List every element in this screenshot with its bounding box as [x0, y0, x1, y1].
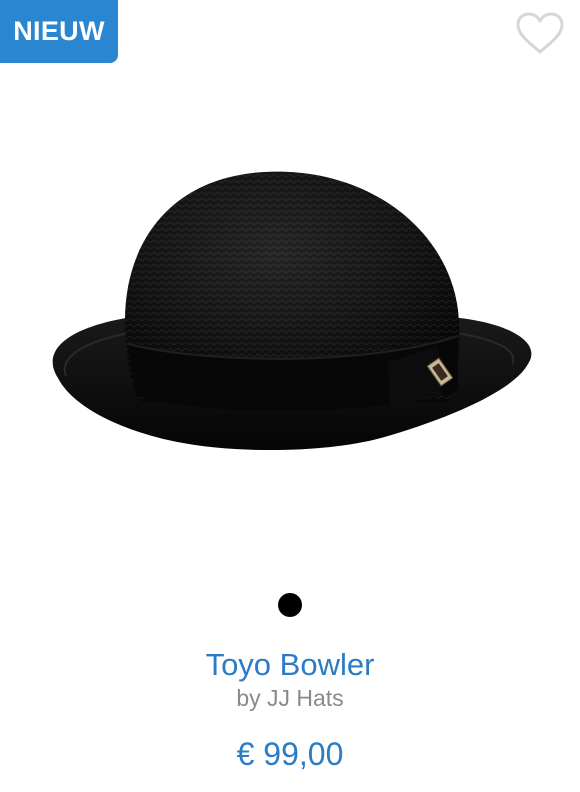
carousel-indicator — [0, 593, 580, 617]
product-card[interactable]: NIEUW Toyo Bowler by JJ Hats € 99,00 — [0, 0, 580, 792]
new-badge: NIEUW — [0, 0, 118, 63]
carousel-dot-active[interactable] — [278, 593, 302, 617]
product-image[interactable] — [38, 150, 542, 462]
heart-icon — [516, 12, 564, 54]
product-brand: by JJ Hats — [236, 685, 344, 711]
product-title[interactable]: Toyo Bowler — [0, 646, 580, 684]
product-price: € 99,00 — [236, 736, 344, 772]
favorite-button[interactable] — [514, 12, 566, 56]
bowler-hat-image — [52, 171, 532, 451]
